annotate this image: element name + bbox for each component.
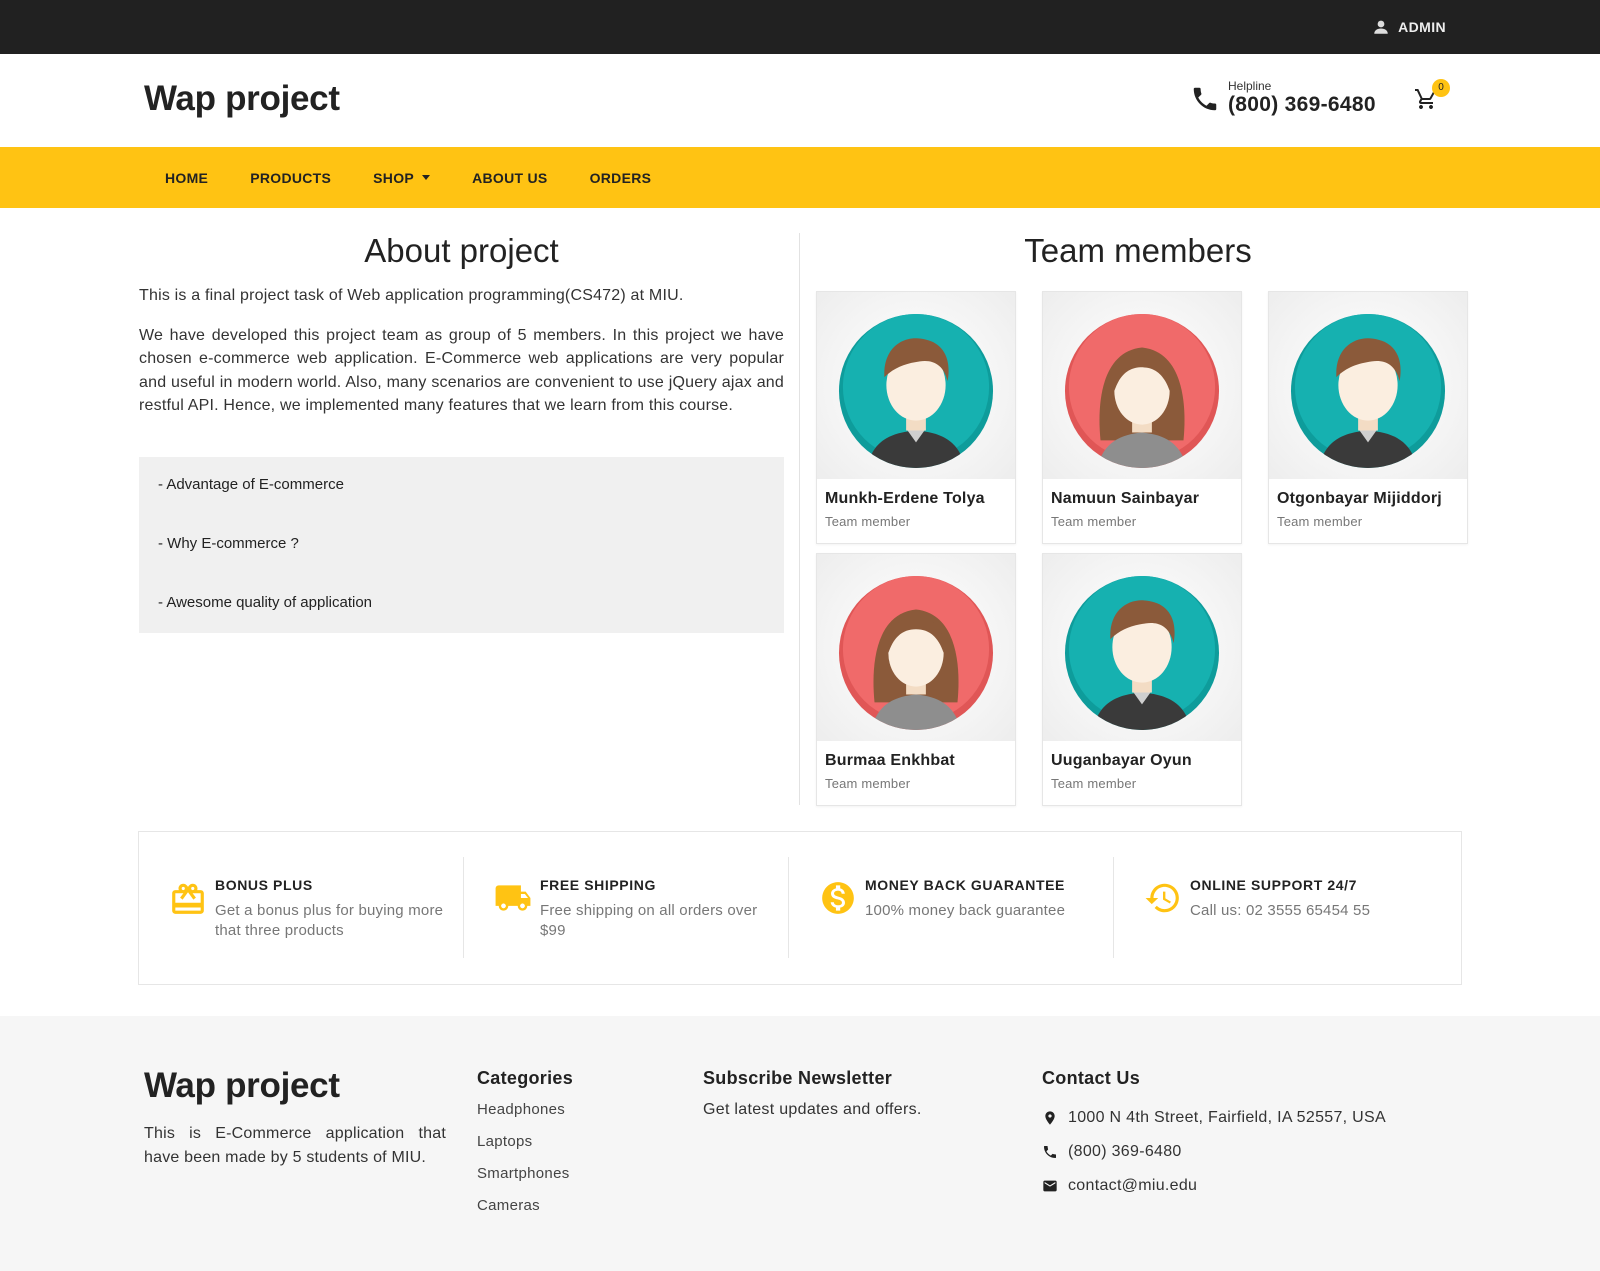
footer-contact: Contact Us 1000 N 4th Street, Fairfield,…: [1042, 1068, 1386, 1203]
about-paragraph-2: We have developed this project team as g…: [139, 326, 784, 415]
faq-item[interactable]: - Awesome quality of application: [158, 594, 765, 653]
contact-email[interactable]: contact@miu.edu: [1042, 1169, 1386, 1203]
helpline-phone[interactable]: (800) 369-6480: [1228, 93, 1376, 117]
nav-about-us[interactable]: ABOUT US: [451, 147, 569, 208]
about-paragraph-1: This is a final project task of Web appl…: [139, 287, 684, 304]
column-divider: [799, 233, 800, 805]
dollar-icon: [819, 879, 857, 917]
member-name: Munkh-Erdene Tolya: [825, 490, 985, 507]
contact-title: Contact Us: [1042, 1068, 1141, 1088]
category-link[interactable]: Laptops: [477, 1133, 573, 1165]
member-photo: [1269, 292, 1467, 479]
feature-online-support: ONLINE SUPPORT 24/7 Call us: 02 3555 654…: [1114, 857, 1439, 958]
phone-icon: [1044, 1146, 1056, 1158]
category-link[interactable]: Smartphones: [477, 1165, 573, 1197]
contact-address-text: 1000 N 4th Street, Fairfield, IA 52557, …: [1068, 1109, 1386, 1126]
male-avatar-icon: [1290, 313, 1446, 469]
contact-phone[interactable]: (800) 369-6480: [1042, 1135, 1386, 1169]
member-role: Team member: [1051, 776, 1137, 791]
phone-icon: [1193, 87, 1217, 110]
footer-description: This is E-Commerce application that have…: [144, 1125, 446, 1166]
member-photo: [817, 554, 1015, 741]
member-photo: [1043, 292, 1241, 479]
category-link[interactable]: Cameras: [477, 1197, 573, 1229]
member-role: Team member: [1277, 514, 1363, 529]
main-nav: HOME PRODUCTS SHOP ABOUT US ORDERS: [0, 147, 1600, 208]
site-footer: Wap project This is E-Commerce applicati…: [0, 1016, 1600, 1271]
admin-label: ADMIN: [1398, 19, 1446, 35]
team-member-card: Munkh-Erdene Tolya Team member: [816, 291, 1016, 544]
female-avatar-icon: [1064, 313, 1220, 469]
male-avatar-icon: [838, 313, 994, 469]
history-icon: [1144, 879, 1182, 917]
mail-icon: [1043, 1180, 1057, 1192]
footer-newsletter: Subscribe Newsletter Get latest updates …: [703, 1068, 922, 1119]
contact-phone-text: (800) 369-6480: [1068, 1143, 1182, 1160]
nav-home[interactable]: HOME: [144, 147, 229, 208]
female-avatar-icon: [838, 575, 994, 731]
helpline: Helpline (800) 369-6480: [1190, 80, 1376, 117]
nav-products[interactable]: PRODUCTS: [229, 147, 352, 208]
team-member-card: Uuganbayar Oyun Team member: [1042, 553, 1242, 806]
member-name: Namuun Sainbayar: [1051, 490, 1200, 507]
newsletter-text: Get latest updates and offers.: [703, 1101, 922, 1118]
feature-title: BONUS PLUS: [215, 877, 313, 893]
member-photo: [817, 292, 1015, 479]
nav-shop-label: SHOP: [373, 169, 415, 186]
admin-account-link[interactable]: ADMIN: [1372, 18, 1446, 36]
features-bar: BONUS PLUS Get a bonus plus for buying m…: [138, 831, 1462, 985]
person-icon: [1374, 20, 1388, 34]
member-name: Burmaa Enkhbat: [825, 752, 955, 769]
footer-logo[interactable]: Wap project: [144, 1066, 340, 1106]
contact-email-text: contact@miu.edu: [1068, 1177, 1198, 1194]
truck-icon: [494, 879, 532, 917]
team-member-card: Namuun Sainbayar Team member: [1042, 291, 1242, 544]
feature-title: MONEY BACK GUARANTEE: [865, 877, 1065, 893]
helpline-label: Helpline: [1228, 79, 1272, 93]
team-title: Team members: [1024, 232, 1252, 269]
category-link[interactable]: Headphones: [477, 1101, 573, 1133]
contact-address: 1000 N 4th Street, Fairfield, IA 52557, …: [1042, 1101, 1386, 1135]
nav-orders-label: ORDERS: [589, 169, 652, 186]
nav-products-label: PRODUCTS: [250, 169, 332, 186]
about-title: About project: [364, 232, 559, 269]
faq-item[interactable]: - Advantage of E-commerce: [158, 476, 765, 535]
top-bar: ADMIN: [0, 0, 1600, 54]
about-section: About project This is a final project ta…: [139, 232, 784, 434]
feature-desc: 100% money back guarantee: [865, 902, 1066, 919]
feature-title: ONLINE SUPPORT 24/7: [1190, 877, 1357, 893]
site-header: Wap project Helpline (800) 369-6480 0: [0, 54, 1600, 147]
member-name: Uuganbayar Oyun: [1051, 752, 1192, 769]
location-pin-icon: [1045, 1111, 1055, 1125]
feature-desc: Free shipping on all orders over $99: [540, 902, 758, 939]
member-role: Team member: [1051, 514, 1137, 529]
nav-about-label: ABOUT US: [472, 169, 548, 186]
member-name: Otgonbayar Mijiddorj: [1277, 490, 1442, 507]
faq-item[interactable]: - Why E-commerce ?: [158, 535, 765, 594]
caret-down-icon: [422, 175, 431, 180]
nav-orders[interactable]: ORDERS: [569, 147, 673, 208]
newsletter-title: Subscribe Newsletter: [703, 1068, 893, 1088]
team-member-card: Otgonbayar Mijiddorj Team member: [1268, 291, 1468, 544]
site-logo[interactable]: Wap project: [144, 79, 340, 119]
nav-home-label: HOME: [165, 169, 209, 186]
feature-free-shipping: FREE SHIPPING Free shipping on all order…: [464, 857, 789, 958]
feature-desc: Call us: 02 3555 65454 55: [1190, 902, 1371, 919]
feature-money-back: MONEY BACK GUARANTEE 100% money back gua…: [789, 857, 1114, 958]
feature-desc: Get a bonus plus for buying more that th…: [215, 902, 444, 939]
categories-title: Categories: [477, 1068, 574, 1088]
footer-categories: Categories Headphones Laptops Smartphone…: [477, 1068, 573, 1229]
member-role: Team member: [825, 514, 911, 529]
nav-shop[interactable]: SHOP: [352, 147, 451, 208]
team-member-card: Burmaa Enkhbat Team member: [816, 553, 1016, 806]
member-role: Team member: [825, 776, 911, 791]
cart-button[interactable]: 0: [1414, 79, 1450, 114]
faq-list: - Advantage of E-commerce - Why E-commer…: [139, 457, 784, 633]
male-avatar-icon: [1064, 575, 1220, 731]
gift-icon: [169, 879, 207, 917]
feature-bonus-plus: BONUS PLUS Get a bonus plus for buying m…: [139, 857, 464, 958]
cart-count-badge: 0: [1432, 79, 1450, 97]
feature-title: FREE SHIPPING: [540, 877, 656, 893]
member-photo: [1043, 554, 1241, 741]
